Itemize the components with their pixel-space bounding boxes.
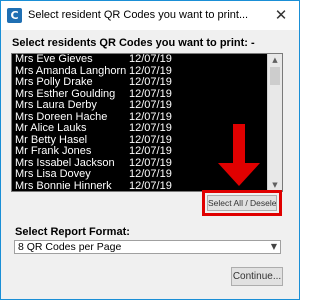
resident-date: 12/07/19 [129, 180, 172, 192]
resident-date: 12/07/19 [129, 146, 172, 157]
residents-prompt: Select residents QR Codes you want to pr… [12, 37, 255, 49]
resident-name: Mr Frank Jones [15, 146, 92, 157]
resident-row[interactable]: Mrs Esther Goulding 12/07/19 [12, 89, 268, 101]
resident-name: Mrs Amanda Langhorn [15, 65, 127, 77]
resident-date: 12/07/19 [129, 169, 172, 180]
resident-row[interactable]: Mr Frank Jones 12/07/19 [12, 146, 268, 158]
resident-date: 12/07/19 [129, 77, 172, 88]
report-format-select[interactable]: 8 QR Codes per Page ▼ [14, 240, 281, 254]
resident-name: Mrs Doreen Hache [15, 111, 108, 123]
resident-row[interactable]: Mrs Doreen Hache 12/07/19 [12, 112, 268, 124]
resident-name: Mrs Bonnie Hinnerk [15, 180, 112, 192]
resident-date: 12/07/19 [129, 100, 172, 111]
resident-date: 12/07/19 [129, 54, 172, 65]
title-bar: C Select resident QR Codes you want to p… [1, 1, 299, 30]
window-title: Select resident QR Codes you want to pri… [28, 9, 249, 21]
resident-row[interactable]: Mrs Amanda Langhorn 12/07/19 [12, 66, 268, 78]
resident-date: 12/07/19 [129, 134, 172, 146]
list-scrollbar[interactable]: ▲ ▼ [267, 54, 282, 191]
resident-row[interactable]: Mrs Laura Derby 12/07/19 [12, 100, 268, 112]
qr-print-dialog: C Select resident QR Codes you want to p… [0, 0, 300, 300]
report-format-label: Select Report Format: [15, 226, 130, 238]
scroll-up-icon[interactable]: ▲ [268, 54, 282, 66]
resident-row[interactable]: Mr Betty Hasel 12/07/19 [12, 135, 268, 147]
resident-name: Mr Alice Lauks [15, 123, 87, 134]
resident-row[interactable]: Mrs Eve Gieves 12/07/19 [12, 54, 268, 66]
resident-name: Mr Betty Hasel [15, 134, 88, 146]
resident-name: Mrs Eve Gieves [15, 54, 93, 65]
annotation-arrow-shaft [233, 124, 245, 168]
close-button[interactable]: ✕ [263, 1, 299, 30]
chevron-down-icon[interactable]: ▼ [271, 241, 277, 253]
resident-name: Mrs Lisa Dovey [15, 169, 91, 180]
resident-date: 12/07/19 [129, 65, 172, 77]
resident-date: 12/07/19 [129, 111, 172, 123]
resident-name: Mrs Esther Goulding [15, 88, 116, 100]
annotation-arrow-head [218, 163, 260, 186]
select-all-button[interactable]: Select All / Deselect All [207, 195, 277, 211]
app-logo-icon: C [7, 8, 22, 23]
resident-date: 12/07/19 [129, 157, 172, 169]
resident-name: Mrs Issabel Jackson [15, 157, 115, 169]
resident-date: 12/07/19 [129, 88, 172, 100]
resident-name: Mrs Polly Drake [15, 77, 93, 88]
continue-button[interactable]: Continue... [231, 267, 283, 286]
resident-name: Mrs Laura Derby [15, 100, 97, 111]
resident-row[interactable]: Mr Alice Lauks 12/07/19 [12, 123, 268, 135]
resident-date: 12/07/19 [129, 123, 172, 134]
resident-row[interactable]: Mrs Polly Drake 12/07/19 [12, 77, 268, 89]
scroll-thumb[interactable] [270, 67, 280, 85]
report-format-value: 8 QR Codes per Page [18, 241, 122, 253]
